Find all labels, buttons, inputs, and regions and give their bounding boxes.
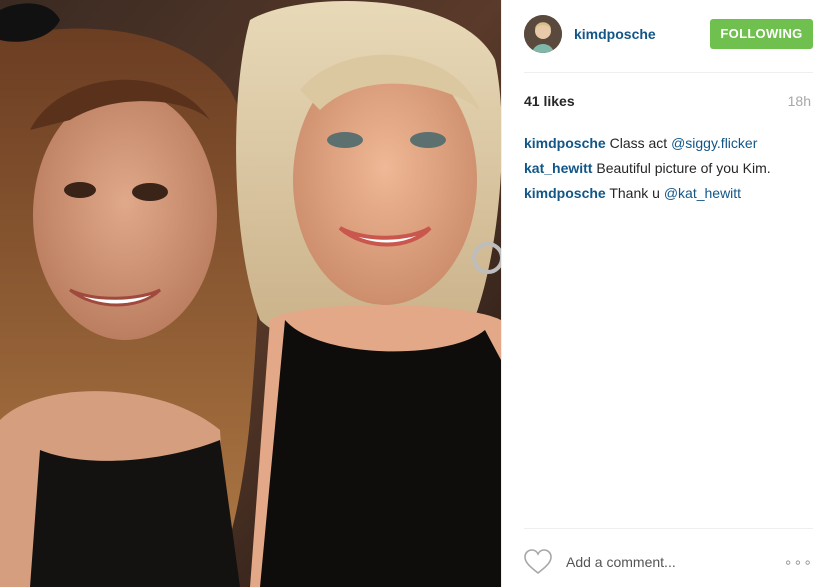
comment-username[interactable]: kimdposche	[524, 135, 606, 151]
comment-mention[interactable]: @siggy.flicker	[671, 135, 757, 151]
comment-text: Beautiful picture of you Kim.	[596, 160, 771, 176]
likes-count[interactable]: 41 likes	[524, 93, 575, 111]
add-comment-input[interactable]: Add a comment...	[566, 554, 784, 570]
comment-username[interactable]: kat_hewitt	[524, 160, 592, 176]
post-header: kimdposche FOLLOWING	[524, 14, 813, 54]
post-timestamp[interactable]: 18h	[788, 93, 811, 111]
heart-icon[interactable]	[524, 549, 552, 575]
comment-text: Class act	[609, 135, 672, 151]
post-stats: 41 likes 18h	[524, 93, 811, 111]
more-options-icon[interactable]: ∘∘∘	[784, 554, 813, 571]
post-photo[interactable]	[0, 0, 501, 587]
comment-text: Thank u	[609, 185, 664, 201]
comment-mention[interactable]: @kat_hewitt	[664, 185, 741, 201]
post-author-username[interactable]: kimdposche	[574, 26, 710, 42]
list-item: kimdposche Thank u @kat_hewitt	[524, 181, 813, 206]
footer-divider	[524, 528, 813, 529]
avatar[interactable]	[524, 15, 562, 53]
avatar-image	[524, 15, 562, 53]
selfie-photo-illustration	[0, 0, 501, 587]
following-button[interactable]: FOLLOWING	[710, 19, 813, 49]
header-divider	[524, 72, 813, 73]
post-viewer: kimdposche FOLLOWING 41 likes 18h kimdpo…	[0, 0, 821, 587]
list-item: kat_hewitt Beautiful picture of you Kim.	[524, 156, 813, 181]
post-sidebar: kimdposche FOLLOWING 41 likes 18h kimdpo…	[501, 0, 821, 587]
list-item: kimdposche Class act @siggy.flicker	[524, 131, 813, 156]
comment-list: kimdposche Class act @siggy.flicker kat_…	[524, 131, 813, 206]
post-footer: Add a comment... ∘∘∘	[524, 546, 813, 578]
comment-username[interactable]: kimdposche	[524, 185, 606, 201]
